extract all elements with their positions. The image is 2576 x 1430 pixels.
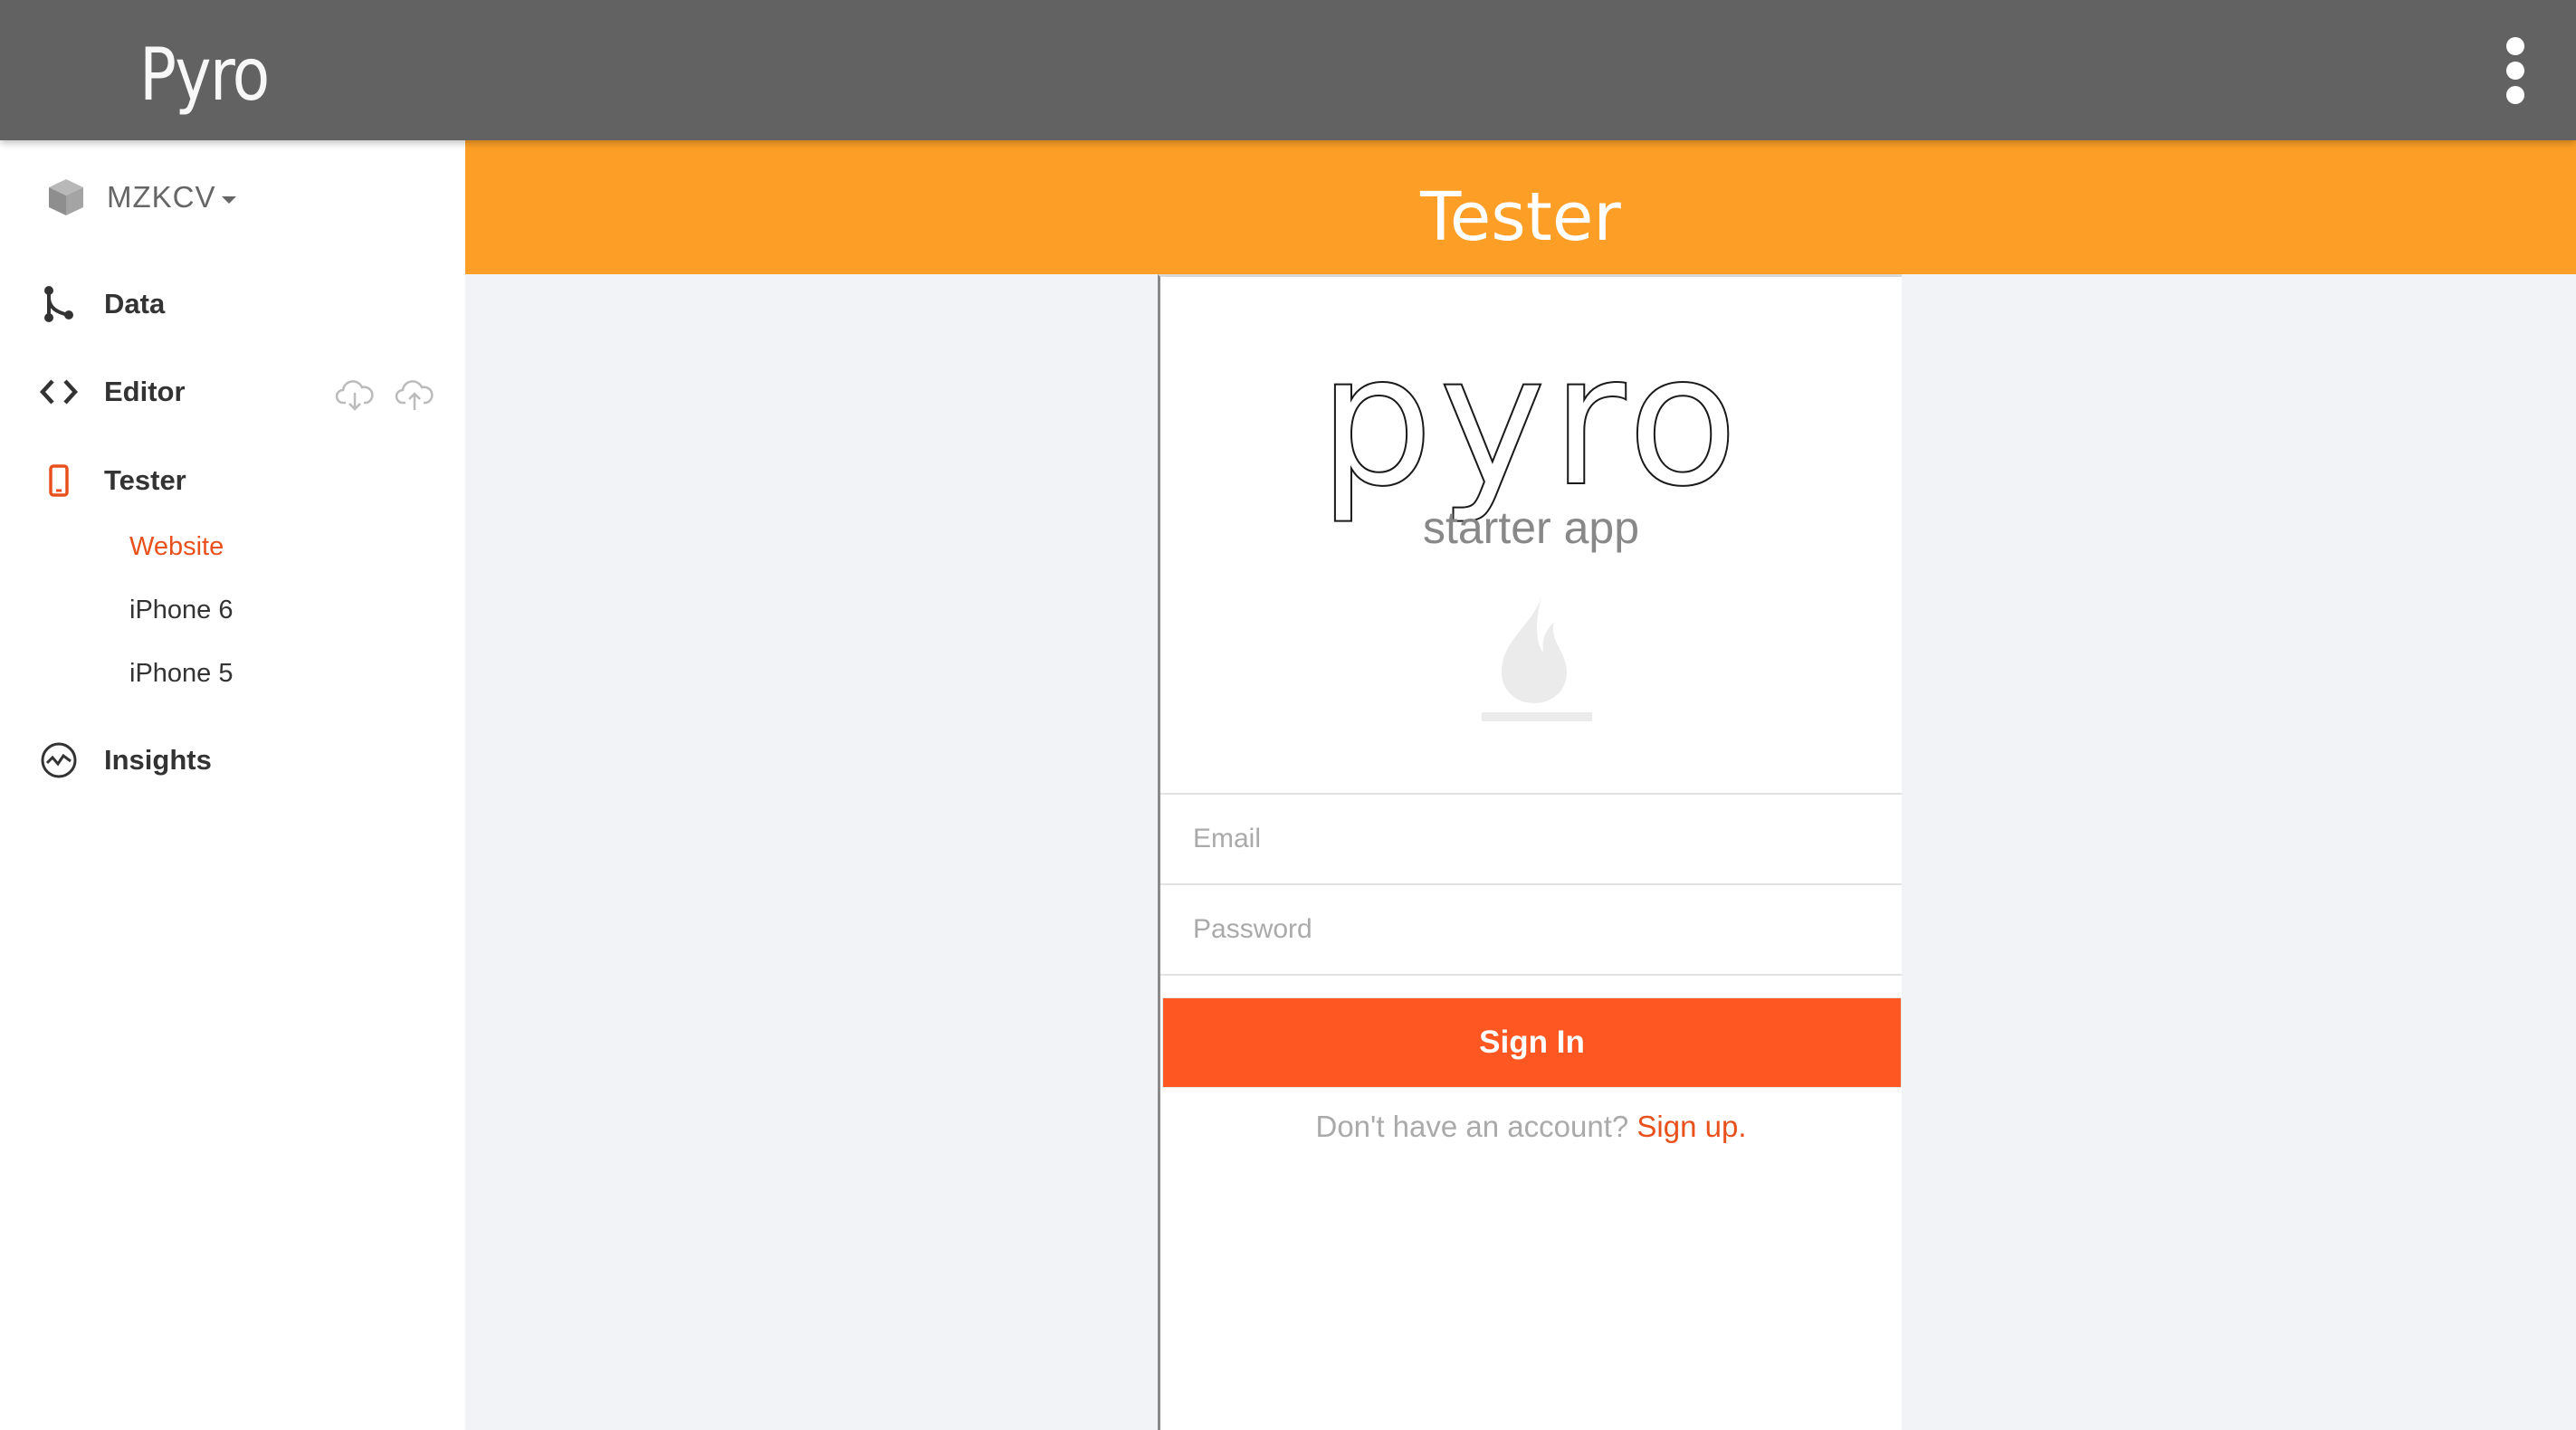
cube-icon [49, 179, 83, 215]
project-name: MZKCV [107, 180, 216, 214]
sign-in-button[interactable]: Sign In [1162, 997, 1902, 1088]
chevron-down-icon [221, 196, 236, 204]
sidebar-item-insights[interactable]: Insights [36, 733, 444, 787]
code-icon [36, 369, 81, 415]
top-app-bar: Pyro [0, 0, 2576, 140]
sign-up-link[interactable]: Sign up. [1636, 1110, 1746, 1143]
sidebar-item-label: Editor [104, 376, 186, 407]
tester-sub-iphone6[interactable]: iPhone 6 [129, 596, 234, 625]
sidebar-item-tester[interactable]: Tester [36, 453, 444, 508]
project-selector[interactable]: MZKCV [45, 172, 236, 223]
page-title: Tester [1420, 178, 1621, 256]
password-field[interactable] [1160, 885, 1902, 974]
sidebar-item-data[interactable]: Data [36, 277, 444, 331]
sidebar: MZKCV Data Editor Tester Website iPhone … [0, 140, 465, 1430]
cloud-upload-icon[interactable] [395, 379, 434, 412]
flame-icon [1482, 596, 1592, 721]
branch-icon [36, 281, 81, 327]
device-preview: pyro starter app Sign In Don't have an a… [1158, 274, 1902, 1430]
tester-sub-website[interactable]: Website [129, 532, 224, 562]
pulse-icon [36, 738, 81, 783]
more-menu-icon[interactable] [2491, 34, 2540, 107]
sidebar-item-editor[interactable]: Editor [36, 365, 444, 419]
no-account-text: Don't have an account? [1315, 1110, 1629, 1143]
mobile-phone-icon [36, 458, 81, 503]
sidebar-item-label: Tester [104, 464, 186, 496]
tester-sub-iphone5[interactable]: iPhone 5 [129, 659, 234, 689]
preview-logo: pyro [1318, 316, 1744, 527]
divider [1160, 974, 1902, 976]
preview-tagline: starter app [1422, 502, 1639, 553]
app-brand: Pyro [139, 33, 270, 117]
sidebar-item-label: Data [104, 288, 166, 319]
email-field[interactable] [1160, 795, 1902, 883]
cloud-download-icon[interactable] [335, 379, 375, 412]
signup-prompt: Don't have an account? Sign up. [1160, 1110, 1902, 1144]
sidebar-item-label: Insights [104, 744, 212, 776]
page-header: Tester [465, 140, 2576, 274]
